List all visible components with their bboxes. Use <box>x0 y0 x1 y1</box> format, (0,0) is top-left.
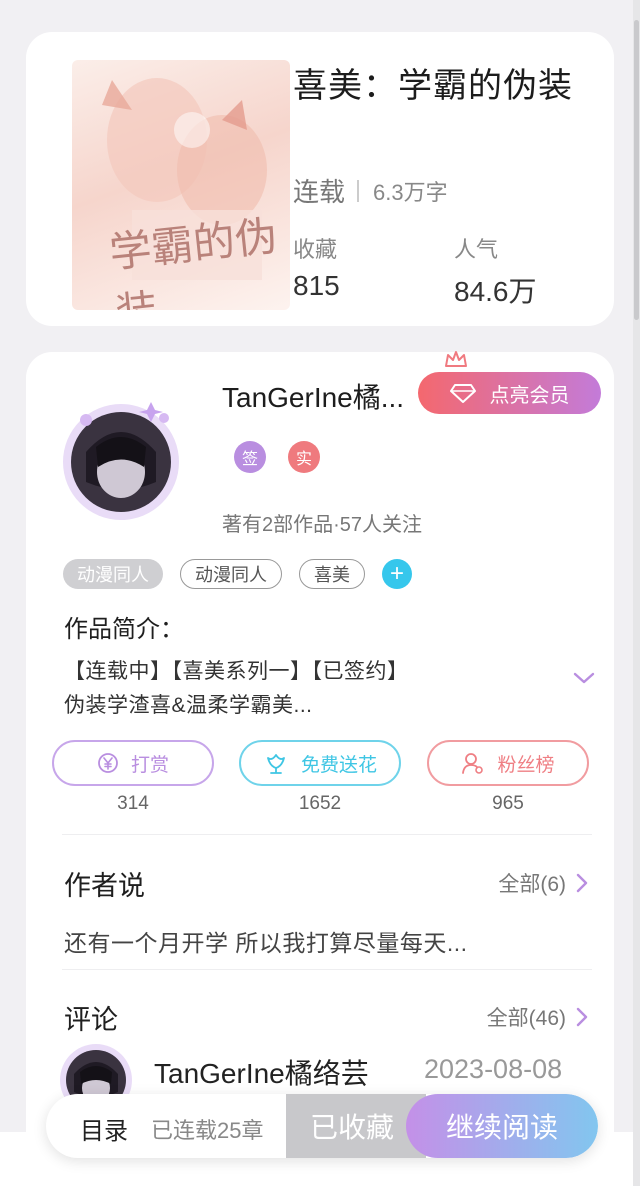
book-title: 喜美：学霸的伪装 <box>293 67 573 105</box>
word-count: 6.3万字 <box>373 179 448 205</box>
flower-icon <box>267 754 285 774</box>
intro-title: 作品简介： <box>64 616 184 643</box>
intro-line-1: 【连载中】【喜美系列一】【已签约】 <box>64 660 409 683</box>
cover-title-text: 学霸的伪装 <box>107 211 280 310</box>
reward-button-label: 打赏 <box>130 754 169 776</box>
chevron-right-icon <box>576 873 588 893</box>
author-meta: 著有2部作品·57人关注 <box>222 514 423 536</box>
divider <box>357 179 360 202</box>
tag-item[interactable]: 喜美 <box>299 559 365 589</box>
verified-badge: 实 <box>288 441 320 473</box>
popularity-label: 人气 <box>454 237 499 262</box>
yen-coin-icon <box>98 753 118 773</box>
reward-button[interactable]: 打赏 <box>52 740 214 786</box>
send-flower-button[interactable]: 免费送花 <box>239 740 401 786</box>
author-avatar[interactable] <box>56 372 196 522</box>
chevron-down-icon[interactable] <box>572 670 596 686</box>
continue-reading-button[interactable]: 继续阅读 <box>406 1094 598 1158</box>
comment-date: 2023-08-08 <box>424 1054 563 1084</box>
popularity-value: 84.6万 <box>454 276 537 307</box>
author-name[interactable]: TanGerIne橘... <box>222 376 422 416</box>
avatar-frame-icon <box>63 402 179 520</box>
book-status-row: 连载 6.3万字 <box>293 172 448 209</box>
favorites-label: 收藏 <box>293 237 338 262</box>
signed-badge: 签 <box>234 441 266 473</box>
intro-line-2: 伪装学渣喜&温柔学霸美... <box>64 694 313 717</box>
chapter-count: 已连载25章 <box>151 1118 264 1143</box>
divider <box>62 834 592 835</box>
commenter-avatar[interactable] <box>56 1032 134 1102</box>
activate-membership-button[interactable]: 点亮会员 <box>418 372 601 414</box>
membership-button-label: 点亮会员 <box>489 384 570 407</box>
comments-more-link[interactable]: 全部(46) <box>487 1002 588 1032</box>
saved-button[interactable]: 已收藏 <box>286 1094 426 1158</box>
send-flower-button-label: 免费送花 <box>300 754 377 776</box>
tag-item[interactable]: 动漫同人 <box>180 559 282 589</box>
diamond-icon <box>449 384 476 403</box>
add-tag-button[interactable]: + <box>382 559 412 589</box>
author-says-more-link[interactable]: 全部(6) <box>498 868 588 898</box>
book-cover[interactable]: 学霸的伪装 <box>72 60 290 310</box>
fan-count: 965 <box>492 793 524 814</box>
fan-ranking-button-label: 粉丝榜 <box>497 754 555 776</box>
bottom-action-bar: 目录 已连载25章 已收藏 继续阅读 <box>46 1094 598 1158</box>
user-ranking-icon <box>462 753 484 774</box>
book-info-card: 学霸的伪装 喜美：学霸的伪装 连载 6.3万字 收藏 人气 815 84.6万 <box>26 32 614 326</box>
favorites-value: 815 <box>293 270 340 301</box>
serial-status: 连载 <box>293 177 346 207</box>
author-says-title: 作者说 <box>64 871 145 901</box>
avatar-frame-icon <box>60 1044 132 1102</box>
chevron-right-icon <box>576 1007 588 1027</box>
fan-ranking-button[interactable]: 粉丝榜 <box>427 740 589 786</box>
crown-icon <box>445 351 467 367</box>
author-says-more-label: 全部(6) <box>498 873 566 896</box>
flower-count: 1652 <box>298 793 342 814</box>
main-card: TanGerIne橘... 点亮会员 签 实 著有2部作品·57人关注 动漫同人… <box>26 351 614 1186</box>
author-says-content[interactable]: 还有一个月开学 所以我打算尽量每天... <box>64 924 468 958</box>
comments-more-label: 全部(46) <box>486 1007 566 1030</box>
commenter-name[interactable]: TanGerIne橘络芸 <box>154 1052 369 1092</box>
table-of-contents-button[interactable]: 目录 <box>80 1111 128 1146</box>
tag-list: 动漫同人 动漫同人 喜美 + <box>63 559 412 589</box>
reward-count: 314 <box>117 793 149 814</box>
divider <box>62 969 592 970</box>
tag-item[interactable]: 动漫同人 <box>63 559 163 589</box>
scrollbar-thumb[interactable] <box>634 20 639 320</box>
